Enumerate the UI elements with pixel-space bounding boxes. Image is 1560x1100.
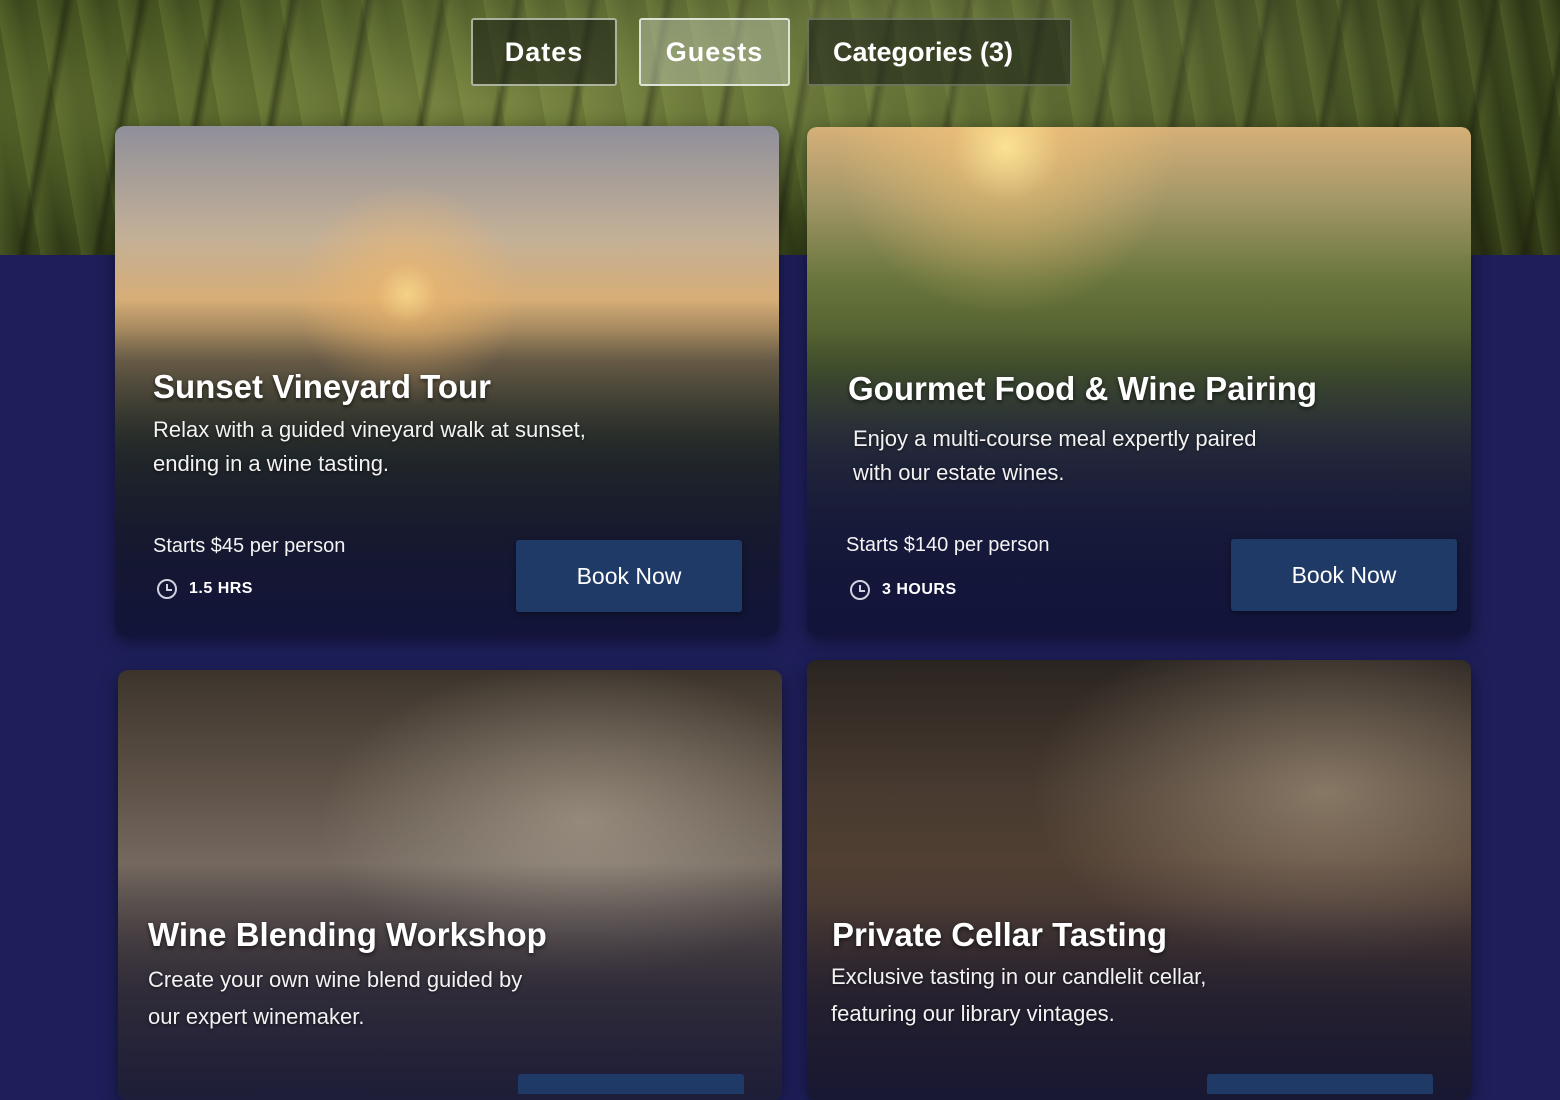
photo-overlay [807, 660, 1471, 1100]
book-now-button-partial[interactable] [1207, 1074, 1433, 1094]
experience-duration: 3 HOURS [850, 580, 957, 600]
photo-overlay [118, 670, 782, 1100]
experience-description-line: Relax with a guided vineyard walk at sun… [153, 417, 586, 442]
guests-filter-button[interactable]: Guests [639, 18, 790, 86]
experience-card-wine-blending-workshop[interactable]: Wine Blending Workshop Create your own w… [118, 670, 782, 1100]
experience-card-private-cellar-tasting[interactable]: Private Cellar Tasting Exclusive tasting… [807, 660, 1471, 1100]
experience-price: Starts $140 per person [846, 534, 1050, 556]
experience-description-line: featuring our library vintages. [831, 1001, 1115, 1026]
book-now-button-partial[interactable] [518, 1074, 744, 1094]
experience-duration: 1.5 HRS [157, 579, 253, 599]
dates-filter-button[interactable]: Dates [471, 18, 617, 86]
experience-description-line: Exclusive tasting in our candlelit cella… [831, 964, 1207, 989]
experience-title: Wine Blending Workshop [148, 916, 547, 953]
duration-label: 1.5 HRS [189, 580, 253, 597]
experience-price: Starts $45 per person [153, 535, 346, 557]
experience-title: Sunset Vineyard Tour [153, 368, 492, 405]
duration-label: 3 HOURS [882, 581, 957, 598]
experience-card-gourmet-food-wine-pairing[interactable]: Gourmet Food & Wine Pairing Enjoy a mult… [807, 127, 1471, 636]
experience-title: Gourmet Food & Wine Pairing [848, 370, 1318, 407]
book-now-button[interactable]: Book Now [1231, 539, 1457, 611]
book-now-button[interactable]: Book Now [516, 540, 742, 612]
experience-card-sunset-vineyard-tour[interactable]: Sunset Vineyard Tour Relax with a guided… [115, 126, 779, 636]
filter-bar: Dates Guests Categories (3) [0, 18, 1560, 90]
experience-description-line: Create your own wine blend guided by [148, 967, 523, 992]
clock-icon [850, 580, 870, 600]
experience-description-line: Enjoy a multi-course meal expertly paire… [853, 426, 1257, 451]
experience-title: Private Cellar Tasting [832, 916, 1168, 953]
clock-icon [157, 579, 177, 599]
experience-description-line: with our estate wines. [853, 460, 1065, 485]
categories-filter-button[interactable]: Categories (3) [807, 18, 1072, 86]
experience-description-line: ending in a wine tasting. [153, 451, 390, 476]
experience-description-line: our expert winemaker. [148, 1004, 365, 1029]
